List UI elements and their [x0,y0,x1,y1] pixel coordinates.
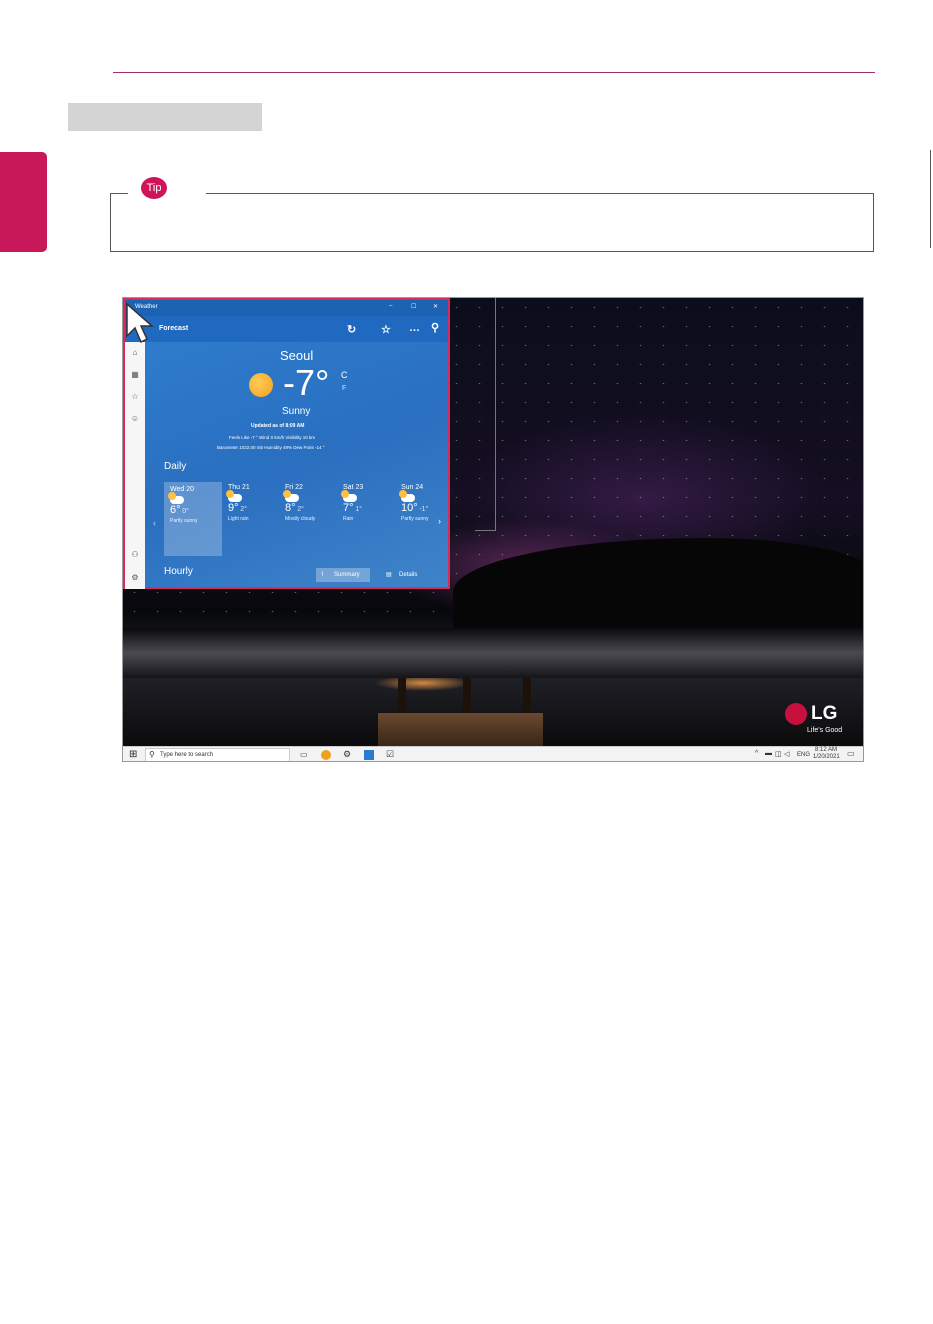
unit-fahrenheit-toggle[interactable]: F [342,385,346,392]
sunny-icon [249,373,273,397]
tip-box [110,193,874,252]
details-icon: ▤ [386,572,392,578]
more-options-icon[interactable]: … [409,322,420,334]
day-card-fri[interactable]: Fri 22 8° 2° Mostly cloudy [283,484,335,544]
unit-celsius-toggle[interactable]: C [341,370,348,380]
section-heading-bar [68,103,262,131]
mouse-cursor-icon [126,302,154,344]
prev-arrow-icon[interactable]: ‹ [153,518,156,528]
details-button[interactable]: ▤ Details [381,568,429,582]
search-placeholder: Type here to search [160,752,214,758]
cloudy-icon [283,490,299,502]
account-icon[interactable]: ⚇ [130,550,140,560]
chapter-tab [0,152,47,252]
desktop-screenshot: LG Life's Good Weather – ☐ ✕ Forecast ↻ … [122,297,864,762]
taskbar: ⊞ ⚲ Type here to search ▭ ⚙ ☑ ^ ▬ ◫ ◁ EN… [123,746,863,761]
news-icon[interactable]: ☺ [130,414,140,424]
pier [378,713,543,746]
minimize-button[interactable]: – [389,303,392,309]
task-view-icon[interactable]: ▭ [300,750,310,760]
chart-icon: ⌇ [321,572,324,578]
current-temperature: -7° [283,362,330,403]
refresh-icon[interactable]: ↻ [347,323,356,336]
current-condition: Sunny [282,406,311,417]
rain-icon [226,490,242,502]
daily-label: Daily [164,461,187,472]
search-icon[interactable]: ⚲ [431,321,439,334]
clock-date[interactable]: 1/20/2021 [813,754,840,760]
checklist-taskbar-icon[interactable]: ☑ [386,749,396,759]
weather-header: Forecast ↻ ☆ … ⚲ [125,316,448,342]
partly-sunny-icon [399,490,415,502]
close-button[interactable]: ✕ [433,303,438,310]
maps-icon[interactable]: ▦ [130,370,140,380]
search-icon: ⚲ [149,750,155,759]
settings-taskbar-icon[interactable]: ⚙ [343,749,353,759]
network-icon[interactable]: ◫ [775,750,782,758]
city-name: Seoul [280,348,314,363]
details-line-1: Feels Like -7 ° Wind 0 km/h Visibility 1… [229,435,315,440]
windows-start-icon[interactable]: ⊞ [129,749,137,760]
hourly-label: Hourly [164,566,193,577]
settings-gear-icon[interactable]: ⚙ [130,573,140,583]
clock-time[interactable]: 8:12 AM [815,747,837,753]
partly-sunny-icon [168,492,184,504]
weather-app-window[interactable]: Weather – ☐ ✕ Forecast ↻ ☆ … ⚲ ⌂ ▦ ☆ ☺ ⚇… [123,298,450,589]
language-indicator[interactable]: ENG [797,752,810,758]
header-title: Forecast [159,325,189,332]
taskbar-search-box[interactable]: ⚲ Type here to search [145,748,290,761]
day-card-sat[interactable]: Sat 23 7° 1° Rain [341,484,393,544]
day-card-thu[interactable]: Thu 21 9° 2° Light rain [226,484,278,544]
lg-logo: LG Life's Good [783,703,863,743]
updated-time: Updated as of 8:09 AM [251,423,305,429]
weather-titlebar[interactable]: Weather – ☐ ✕ [125,300,448,316]
home-icon[interactable]: ⌂ [130,348,140,358]
battery-icon[interactable]: ▬ [765,750,772,757]
weather-taskbar-icon[interactable] [321,750,331,760]
chevron-up-icon[interactable]: ^ [755,750,758,757]
day-card-wed[interactable]: Wed 20 6° 0° Partly sunny [164,482,222,556]
favorite-star-icon[interactable]: ☆ [381,323,391,336]
tip-badge: Tip [141,177,167,199]
margin-line [930,150,931,248]
weather-sidebar: ⌂ ▦ ☆ ☺ ⚇ ⚙ [125,342,145,589]
lg-emblem-icon [785,703,807,725]
notifications-icon[interactable]: ▭ [847,749,855,758]
details-line-2: Barometer 1032.00 mb Humidity 49% Dew Po… [217,445,325,450]
day-card-sun[interactable]: Sun 24 10° -1° Partly sunny [399,484,451,544]
rain-icon [341,490,357,502]
summary-button[interactable]: ⌇ Summary [316,568,370,582]
maximize-button[interactable]: ☐ [411,303,416,310]
volume-icon[interactable]: ◁ [784,750,789,758]
header-rule [113,72,875,73]
calendar-taskbar-icon[interactable] [364,750,374,760]
favorites-icon[interactable]: ☆ [130,392,140,402]
